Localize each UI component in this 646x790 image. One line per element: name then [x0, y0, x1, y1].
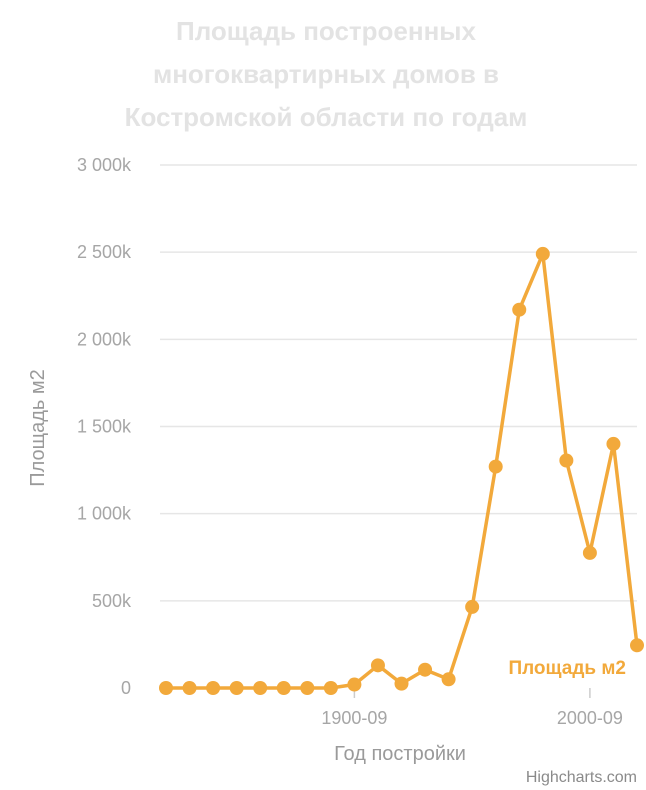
x-axis-ticks: 1900-09 2000-09 — [321, 688, 623, 728]
data-point[interactable] — [559, 453, 574, 468]
chart-title-line-1: Площадь построенных — [176, 16, 476, 46]
chart-title-line-2: многоквартирных домов в — [153, 59, 499, 89]
data-point[interactable] — [276, 681, 291, 695]
x-axis-title: Год постройки — [334, 743, 466, 765]
data-point[interactable] — [394, 676, 409, 691]
data-point[interactable] — [535, 246, 550, 261]
x-tick-label: 2000-09 — [557, 708, 623, 728]
data-point[interactable] — [182, 681, 197, 695]
x-tick-label: 1900-09 — [321, 708, 387, 728]
data-point[interactable] — [253, 681, 268, 695]
data-point[interactable] — [441, 672, 456, 687]
chart-title: Площадь построенных многоквартирных домо… — [125, 16, 528, 132]
data-point[interactable] — [465, 599, 480, 614]
y-tick-label: 0 — [121, 678, 131, 698]
data-point[interactable] — [630, 638, 644, 653]
series-layer — [159, 246, 644, 695]
data-point[interactable] — [606, 436, 621, 451]
y-tick-label: 2 000k — [77, 329, 132, 349]
data-point[interactable] — [347, 677, 362, 692]
series-label: Площадь м2 — [508, 658, 626, 679]
data-point[interactable] — [488, 459, 503, 474]
data-point[interactable] — [370, 658, 385, 673]
chart-title-line-3: Костромской области по годам — [125, 102, 528, 132]
y-tick-label: 3 000k — [77, 155, 132, 175]
data-point[interactable] — [159, 681, 173, 695]
y-tick-label: 1 000k — [77, 504, 132, 524]
chart: Площадь построенных многоквартирных домо… — [27, 16, 644, 786]
series-line — [166, 252, 639, 690]
y-axis-title: Площадь м2 — [27, 369, 49, 487]
y-tick-label: 2 500k — [77, 242, 132, 262]
data-point[interactable] — [206, 681, 221, 695]
data-point[interactable] — [418, 662, 433, 677]
y-axis-ticks: 0 500k 1 000k 1 500k 2 000k 2 500k 3 000k — [77, 155, 132, 698]
y-tick-label: 500k — [92, 591, 132, 611]
grid-lines — [160, 164, 637, 602]
data-point[interactable] — [582, 545, 597, 560]
credits-link[interactable]: Highcharts.com — [526, 769, 637, 786]
y-tick-label: 1 500k — [77, 417, 132, 437]
data-point[interactable] — [512, 302, 527, 317]
data-point[interactable] — [300, 681, 315, 695]
data-point[interactable] — [229, 681, 244, 695]
data-point[interactable] — [323, 681, 338, 695]
